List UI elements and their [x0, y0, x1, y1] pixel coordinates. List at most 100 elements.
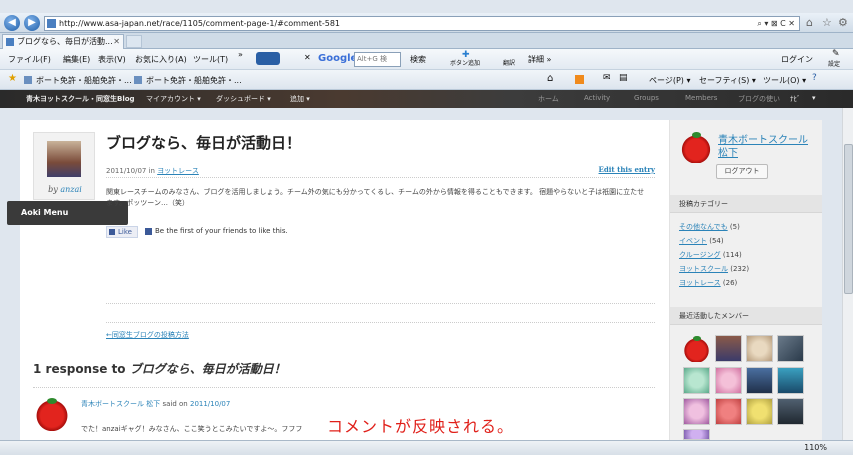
- post-category-link[interactable]: ヨットレース: [157, 167, 199, 175]
- admin-site-name[interactable]: 青木ヨットスクール・同窓生Blog: [26, 94, 135, 104]
- commenter-avatar[interactable]: [35, 397, 69, 431]
- new-tab-button[interactable]: [126, 35, 142, 48]
- scrollbar-thumb[interactable]: [844, 144, 853, 294]
- commenter-link[interactable]: 青木ボートスクール 松下: [81, 400, 160, 408]
- translate-button[interactable]: 翻訳: [503, 58, 515, 67]
- tab-favicon-icon: [6, 38, 14, 46]
- member-avatar[interactable]: [746, 367, 773, 394]
- member-avatar[interactable]: [715, 367, 742, 394]
- previous-post-link[interactable]: ←同窓生ブログの投稿方法: [106, 330, 189, 340]
- post-date: 2011/10/07 in: [106, 167, 155, 175]
- categories-heading: 投稿カテゴリー: [670, 195, 822, 213]
- settings-button[interactable]: 設定: [828, 59, 840, 68]
- nav-members[interactable]: Members: [685, 94, 717, 102]
- url-controls[interactable]: ⌕ ▾ ⊠ C ✕: [757, 17, 795, 30]
- divider: [106, 303, 655, 304]
- tab-close-icon[interactable]: ✕: [113, 35, 120, 48]
- forward-button[interactable]: ▶: [24, 15, 40, 31]
- responses-heading: 1 response to ブログなら、毎日が活動日！: [33, 360, 286, 377]
- edit-entry-link[interactable]: Edit this entry: [599, 165, 655, 174]
- members-heading: 最近活動したメンバー: [670, 307, 822, 325]
- menu-file[interactable]: ファイル(F): [8, 54, 51, 65]
- nav-activity[interactable]: Activity: [584, 94, 610, 102]
- vertical-scrollbar[interactable]: [842, 108, 853, 440]
- favorites-star-icon[interactable]: ☆: [822, 16, 832, 29]
- admin-dashboard[interactable]: ダッシュボード ▾: [216, 94, 271, 104]
- logout-button[interactable]: ログアウト: [716, 164, 768, 179]
- like-text: Be the first of your friends to like thi…: [155, 227, 288, 235]
- page-menu[interactable]: ページ(P) ▾: [649, 75, 690, 86]
- member-avatar[interactable]: [777, 367, 804, 394]
- nav-home[interactable]: ホーム: [538, 94, 559, 104]
- member-avatar[interactable]: [777, 398, 804, 425]
- rss-icon[interactable]: [575, 75, 584, 84]
- nav-blog-usage[interactable]: ブログの使い: [738, 94, 780, 104]
- byline-prefix: by: [48, 185, 58, 194]
- help-icon[interactable]: ?: [812, 73, 817, 83]
- tab-active[interactable]: ブログなら、毎日が活動... ✕: [2, 34, 124, 49]
- add-icon: ✚: [462, 50, 470, 60]
- toolbar-icon[interactable]: [256, 52, 280, 65]
- category-link[interactable]: ヨットスクール: [679, 265, 728, 273]
- member-avatar[interactable]: [715, 398, 742, 425]
- author-link[interactable]: anzai: [60, 185, 81, 194]
- post-meta: 2011/10/07 in ヨットレース Edit this entry: [106, 165, 655, 178]
- member-avatar[interactable]: [683, 398, 710, 425]
- favorite-link-2[interactable]: ボート免許・船舶免許・...: [146, 75, 242, 86]
- tools-gear-icon[interactable]: ⚙: [838, 16, 848, 29]
- member-avatar[interactable]: [746, 335, 773, 362]
- detail-button[interactable]: 詳細 »: [528, 54, 551, 65]
- comment-date-link[interactable]: 2011/10/07: [190, 400, 230, 408]
- member-avatar[interactable]: [746, 398, 773, 425]
- category-item: クルージング (114): [679, 250, 742, 260]
- annotation-text: コメントが反映される。: [327, 417, 515, 436]
- member-avatar[interactable]: [683, 335, 710, 362]
- favorite-link-1[interactable]: ボート免許・船舶免許・...: [36, 75, 132, 86]
- category-link[interactable]: その他なんでも: [679, 223, 728, 231]
- menu-tools[interactable]: ツール(T): [193, 54, 228, 65]
- tools-menu[interactable]: ツール(O) ▾: [763, 75, 806, 86]
- admin-my-account[interactable]: マイアカウント ▾: [146, 94, 201, 104]
- user-avatar[interactable]: [681, 131, 711, 163]
- member-avatar[interactable]: [777, 335, 804, 362]
- favorites-star-icon[interactable]: ★: [8, 73, 17, 84]
- url-input[interactable]: http://www.asa-japan.net/race/1105/comme…: [44, 16, 800, 31]
- user-name-link[interactable]: 青木ボートスクール 松下: [718, 134, 814, 160]
- author-avatar[interactable]: [47, 141, 81, 177]
- menu-view[interactable]: 表示(V): [98, 54, 126, 65]
- menu-favorites[interactable]: お気に入り(A): [135, 54, 187, 65]
- site-favicon-icon: [47, 19, 56, 28]
- nav-groups[interactable]: Groups: [634, 94, 659, 102]
- mail-icon[interactable]: ✉: [603, 73, 611, 83]
- nav-extra[interactable]: ﾅﾋﾞ: [790, 94, 801, 104]
- close-toolbar-icon[interactable]: ✕: [304, 53, 311, 62]
- favorites-bar: ★ ボート免許・船舶免許・... ボート免許・船舶免許・... ⌂ ✉ ▤ ペー…: [0, 70, 853, 90]
- home-icon[interactable]: ⌂: [806, 16, 813, 29]
- thumbs-up-icon: [109, 229, 115, 235]
- category-count: (232): [730, 265, 750, 273]
- author-box: by anzai: [33, 132, 95, 200]
- google-search-input[interactable]: Alt+G 検: [354, 52, 401, 67]
- category-link[interactable]: クルージング: [679, 251, 721, 259]
- category-link[interactable]: イベント: [679, 237, 707, 245]
- member-avatar[interactable]: [683, 367, 710, 394]
- zoom-level[interactable]: 110%: [804, 443, 827, 452]
- status-bar: 110%: [0, 440, 853, 455]
- print-icon[interactable]: ▤: [619, 73, 628, 83]
- chevron-down-icon[interactable]: ▾: [812, 94, 816, 102]
- address-bar: ◀ ▶ http://www.asa-japan.net/race/1105/c…: [0, 13, 853, 33]
- member-avatar[interactable]: [683, 429, 710, 440]
- comment-meta: 青木ボートスクール 松下 said on 2011/10/07: [81, 399, 230, 409]
- login-button[interactable]: ログイン: [781, 54, 813, 65]
- facebook-like-button[interactable]: Like: [106, 226, 138, 238]
- search-button[interactable]: 検索: [410, 54, 426, 65]
- said-on-label: said on: [162, 400, 188, 408]
- safety-menu[interactable]: セーフティ(S) ▾: [699, 75, 756, 86]
- menu-edit[interactable]: 編集(E): [63, 54, 90, 65]
- admin-add[interactable]: 追加 ▾: [290, 94, 310, 104]
- menu-more[interactable]: »: [238, 50, 243, 59]
- category-link[interactable]: ヨットレース: [679, 279, 721, 287]
- home-icon[interactable]: ⌂: [547, 73, 553, 84]
- member-avatar[interactable]: [715, 335, 742, 362]
- back-button[interactable]: ◀: [4, 15, 20, 31]
